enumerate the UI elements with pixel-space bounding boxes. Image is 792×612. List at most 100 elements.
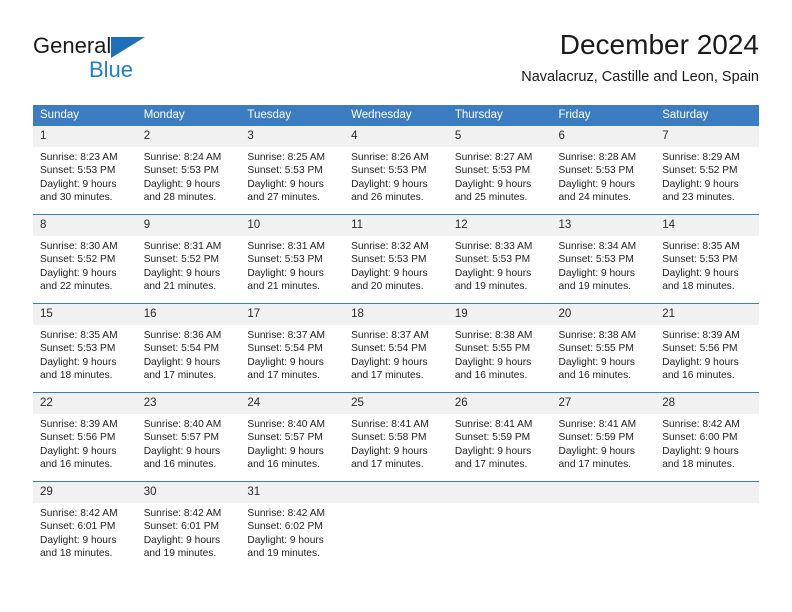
sunset-text: Sunset: 5:55 PM [558, 343, 634, 355]
day-cell[interactable]: 24 Sunrise: 8:40 AM Sunset: 5:57 PM Dayligh… [240, 392, 345, 482]
generalblue-logo[interactable]: General Blue [33, 33, 163, 85]
sunrise-text: Sunrise: 8:42 AM [662, 419, 740, 430]
day-cell[interactable]: 20 Sunrise: 8:38 AM Sunset: 5:55 PM Dayligh… [551, 303, 656, 393]
day-number: 28 [655, 393, 759, 414]
day-cell[interactable]: 10 Sunrise: 8:31 AM Sunset: 5:53 PM Dayligh… [240, 214, 345, 304]
day-cell[interactable]: 15 Sunrise: 8:35 AM Sunset: 5:53 PM Dayligh… [33, 303, 137, 393]
day-details: Sunrise: 8:23 AM Sunset: 5:53 PM Daylight:… [33, 147, 137, 204]
day-cell-empty [447, 481, 552, 570]
daylight-text-line1: Daylight: 9 hours [143, 445, 221, 457]
day-cell[interactable]: 18 Sunrise: 8:37 AM Sunset: 5:54 PM Dayligh… [344, 303, 448, 393]
sunrise-text: Sunrise: 8:37 AM [351, 330, 429, 341]
daylight-text-line2: and 19 minutes. [558, 280, 632, 292]
sunrise-text: Sunrise: 8:42 AM [247, 508, 325, 519]
day-cell[interactable]: 2 Sunrise: 8:24 AM Sunset: 5:53 PM Daylight… [136, 126, 241, 215]
day-cell[interactable]: 4 Sunrise: 8:26 AM Sunset: 5:53 PM Daylight… [344, 126, 448, 215]
sunrise-text: Sunrise: 8:24 AM [143, 152, 222, 163]
day-cell[interactable]: 5 Sunrise: 8:27 AM Sunset: 5:53 PM Daylight… [447, 126, 552, 215]
sunset-text: Sunset: 5:59 PM [558, 432, 634, 444]
day-cell[interactable]: 31 Sunrise: 8:42 AM Sunset: 6:02 PM Dayligh… [240, 481, 345, 570]
sunset-text: Sunset: 5:52 PM [143, 254, 220, 266]
sunset-text: Sunset: 6:00 PM [662, 432, 738, 444]
sunrise-text: Sunrise: 8:42 AM [143, 508, 222, 519]
day-cell[interactable]: 14 Sunrise: 8:35 AM Sunset: 5:53 PM Dayligh… [655, 214, 759, 304]
day-details [344, 503, 448, 507]
sunrise-text: Sunrise: 8:38 AM [454, 330, 533, 341]
day-details: Sunrise: 8:27 AM Sunset: 5:53 PM Daylight:… [448, 147, 552, 204]
day-number: 26 [447, 393, 552, 414]
day-cell[interactable]: 17 Sunrise: 8:37 AM Sunset: 5:54 PM Dayligh… [240, 303, 345, 393]
day-number: 5 [447, 126, 552, 147]
day-cell[interactable]: 16 Sunrise: 8:36 AM Sunset: 5:54 PM Dayligh… [136, 303, 241, 393]
sunrise-text: Sunrise: 8:39 AM [662, 330, 740, 341]
logo-text-general: General [33, 33, 112, 58]
calendar-week-row: 22 Sunrise: 8:39 AM Sunset: 5:56 PM Dayligh… [33, 392, 759, 482]
weekday-header-thursday: Thursday [447, 105, 552, 126]
calendar-page: General Blue December 2024 Navalacruz, C… [0, 0, 792, 612]
calendar-week-row: 8 Sunrise: 8:30 AM Sunset: 5:52 PM Daylight… [33, 214, 759, 304]
logo-triangle-icon [111, 37, 145, 58]
daylight-text-line1: Daylight: 9 hours [351, 267, 428, 279]
sunrise-text: Sunrise: 8:27 AM [454, 152, 533, 163]
sunset-text: Sunset: 6:01 PM [143, 521, 220, 533]
weekday-header-sunday: Sunday [33, 105, 137, 126]
day-cell[interactable]: 28 Sunrise: 8:42 AM Sunset: 6:00 PM Dayligh… [655, 392, 759, 482]
day-details: Sunrise: 8:28 AM Sunset: 5:53 PM Daylight:… [552, 147, 656, 204]
weekday-header-wednesday: Wednesday [344, 105, 448, 126]
day-number: 16 [136, 304, 241, 325]
day-cell[interactable]: 3 Sunrise: 8:25 AM Sunset: 5:53 PM Daylight… [240, 126, 345, 215]
daylight-text-line2: and 21 minutes. [247, 280, 320, 292]
daylight-text-line2: and 18 minutes. [40, 369, 113, 381]
day-number: 17 [240, 304, 345, 325]
day-number: 7 [655, 126, 759, 147]
daylight-text-line2: and 17 minutes. [351, 369, 424, 381]
day-cell[interactable]: 30 Sunrise: 8:42 AM Sunset: 6:01 PM Dayligh… [136, 481, 241, 570]
day-cell[interactable]: 19 Sunrise: 8:38 AM Sunset: 5:55 PM Dayligh… [447, 303, 552, 393]
sunrise-text: Sunrise: 8:40 AM [143, 419, 222, 430]
day-cell-empty [551, 481, 656, 570]
day-cell[interactable]: 11 Sunrise: 8:32 AM Sunset: 5:53 PM Dayligh… [344, 214, 448, 304]
day-number: 31 [240, 482, 345, 503]
day-number: 27 [551, 393, 656, 414]
day-cell[interactable]: 9 Sunrise: 8:31 AM Sunset: 5:52 PM Daylight… [136, 214, 241, 304]
day-cell[interactable]: 26 Sunrise: 8:41 AM Sunset: 5:59 PM Dayligh… [447, 392, 552, 482]
day-details: Sunrise: 8:41 AM Sunset: 5:58 PM Daylight:… [344, 414, 448, 471]
sunset-text: Sunset: 5:53 PM [662, 254, 738, 266]
daylight-text-line1: Daylight: 9 hours [40, 534, 117, 546]
daylight-text-line1: Daylight: 9 hours [351, 356, 428, 368]
day-cell[interactable]: 22 Sunrise: 8:39 AM Sunset: 5:56 PM Dayligh… [33, 392, 137, 482]
day-cell[interactable]: 25 Sunrise: 8:41 AM Sunset: 5:58 PM Dayligh… [344, 392, 448, 482]
day-details: Sunrise: 8:32 AM Sunset: 5:53 PM Daylight:… [344, 236, 448, 293]
day-cell[interactable]: 12 Sunrise: 8:33 AM Sunset: 5:53 PM Dayligh… [447, 214, 552, 304]
day-details: Sunrise: 8:31 AM Sunset: 5:52 PM Daylight:… [137, 236, 241, 293]
sunrise-text: Sunrise: 8:25 AM [247, 152, 325, 163]
daylight-text-line1: Daylight: 9 hours [247, 178, 324, 190]
day-cell[interactable]: 8 Sunrise: 8:30 AM Sunset: 5:52 PM Daylight… [33, 214, 137, 304]
daylight-text-line2: and 20 minutes. [351, 280, 424, 292]
daylight-text-line2: and 22 minutes. [40, 280, 113, 292]
sunrise-text: Sunrise: 8:37 AM [247, 330, 325, 341]
day-cell[interactable]: 29 Sunrise: 8:42 AM Sunset: 6:01 PM Dayligh… [33, 481, 137, 570]
day-details: Sunrise: 8:24 AM Sunset: 5:53 PM Daylight:… [137, 147, 241, 204]
sunset-text: Sunset: 5:52 PM [662, 165, 738, 177]
day-number: 22 [33, 393, 137, 414]
sunrise-text: Sunrise: 8:30 AM [40, 241, 118, 252]
daylight-text-line1: Daylight: 9 hours [143, 267, 221, 279]
day-cell[interactable]: 6 Sunrise: 8:28 AM Sunset: 5:53 PM Daylight… [551, 126, 656, 215]
day-cell[interactable]: 13 Sunrise: 8:34 AM Sunset: 5:53 PM Dayligh… [551, 214, 656, 304]
sunrise-text: Sunrise: 8:36 AM [143, 330, 222, 341]
day-number: 3 [240, 126, 345, 147]
day-number [551, 482, 656, 503]
day-details: Sunrise: 8:35 AM Sunset: 5:53 PM Daylight:… [33, 325, 137, 382]
sunset-text: Sunset: 5:53 PM [40, 343, 116, 355]
day-cell[interactable]: 23 Sunrise: 8:40 AM Sunset: 5:57 PM Dayligh… [136, 392, 241, 482]
day-cell[interactable]: 1 Sunrise: 8:23 AM Sunset: 5:53 PM Daylight… [33, 126, 137, 215]
logo-text-blue: Blue [89, 57, 134, 82]
day-cell[interactable]: 27 Sunrise: 8:41 AM Sunset: 5:59 PM Dayligh… [551, 392, 656, 482]
sunset-text: Sunset: 6:01 PM [40, 521, 116, 533]
day-number: 13 [551, 215, 656, 236]
day-cell[interactable]: 7 Sunrise: 8:29 AM Sunset: 5:52 PM Daylight… [655, 126, 759, 215]
day-number: 18 [344, 304, 448, 325]
sunset-text: Sunset: 5:52 PM [40, 254, 116, 266]
day-cell[interactable]: 21 Sunrise: 8:39 AM Sunset: 5:56 PM Dayligh… [655, 303, 759, 393]
